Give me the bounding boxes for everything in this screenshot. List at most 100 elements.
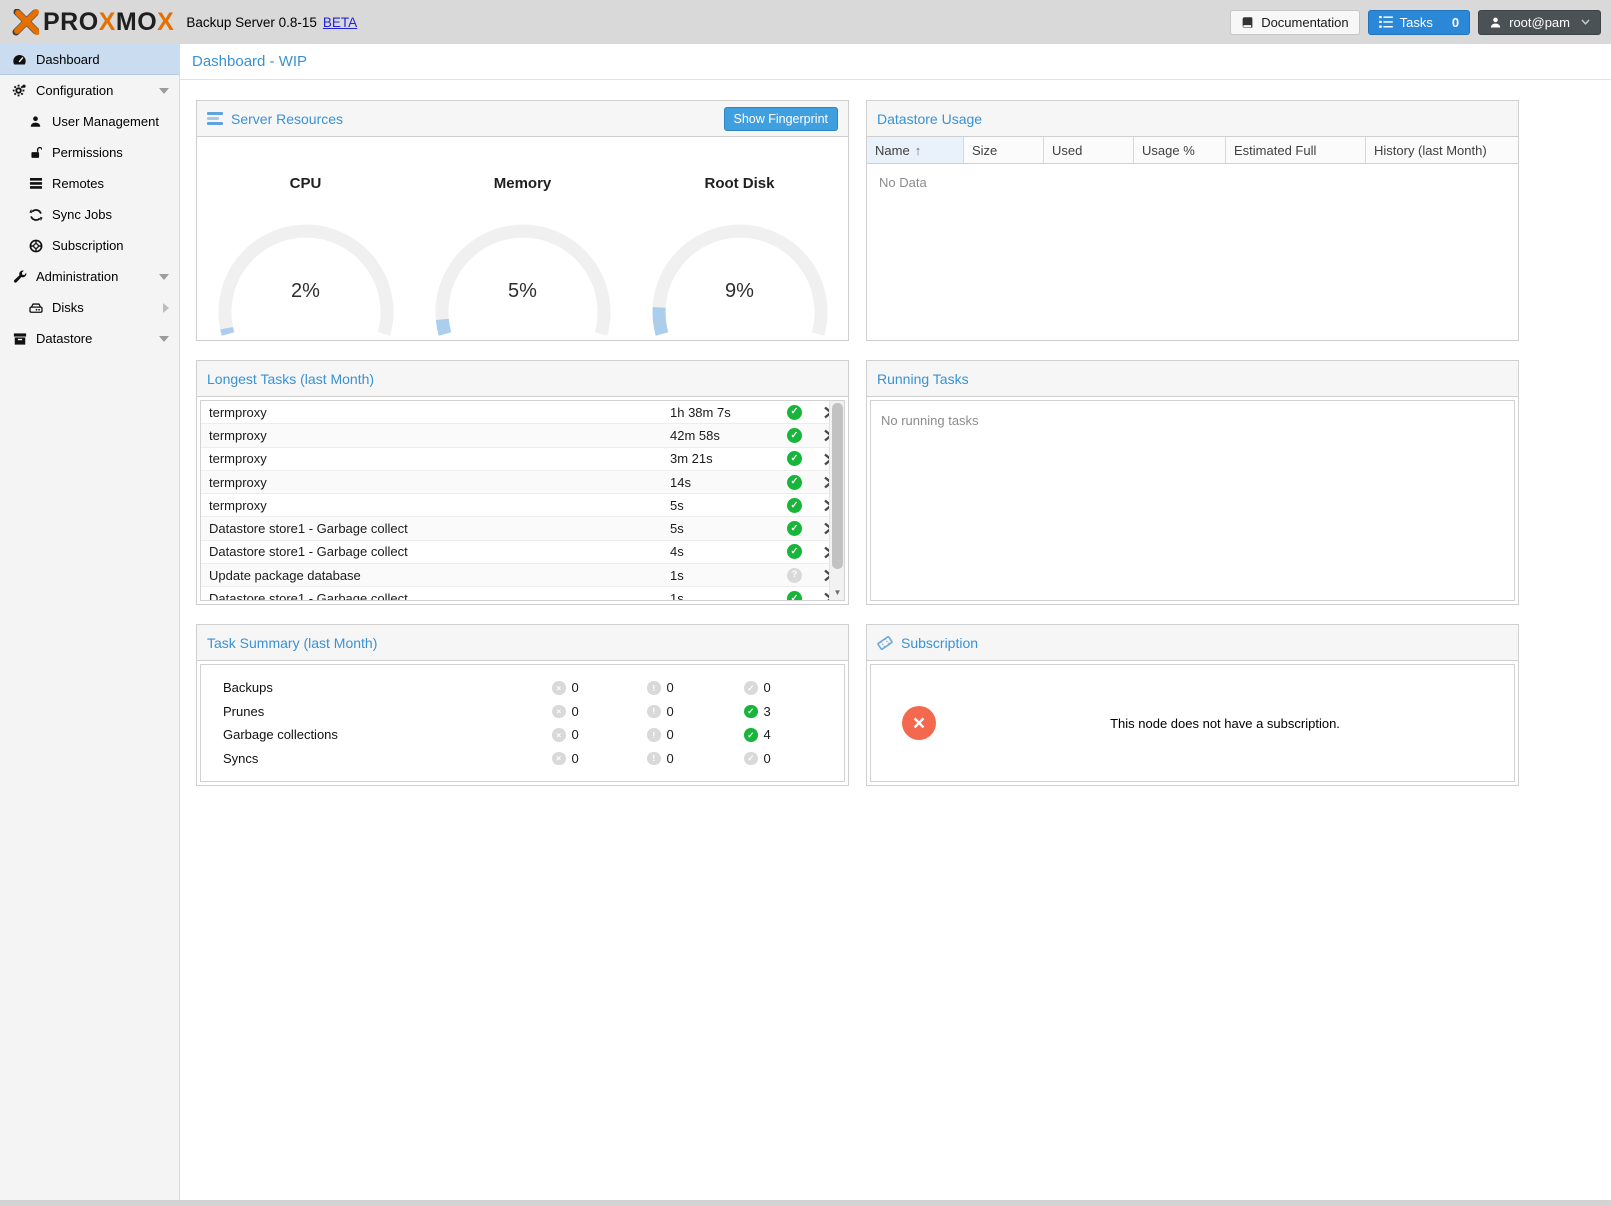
column-header-name[interactable]: Name ↑	[867, 137, 964, 163]
bottom-strip	[0, 1200, 1611, 1206]
datastore-usage-panel: Datastore Usage Name ↑ Size Used Usage %…	[866, 100, 1519, 341]
status-ok-icon: ✓	[787, 544, 802, 559]
scrollbar-down-arrow-icon[interactable]: ▼	[830, 586, 845, 599]
warning-count-icon: !	[647, 705, 661, 719]
warning-count-icon: !	[647, 752, 661, 766]
column-header-usage-pct[interactable]: Usage %	[1134, 137, 1226, 163]
hdd-icon	[28, 300, 43, 315]
task-row[interactable]: termproxy 1h 38m 7s ✓	[201, 401, 844, 424]
root-disk-gauge: Root Disk 9%	[631, 137, 848, 340]
summary-row-garbage-collections: Garbage collections ×0 !0 ✓4	[201, 723, 844, 747]
cpu-gauge: CPU 2%	[197, 137, 414, 340]
column-header-history[interactable]: History (last Month)	[1366, 137, 1518, 163]
server-resources-panel: Server Resources Show Fingerprint CPU	[196, 100, 849, 341]
beta-link[interactable]: BETA	[323, 15, 357, 30]
datastore-empty-text: No Data	[867, 164, 1518, 201]
running-tasks-empty-text: No running tasks	[871, 401, 1514, 440]
sidebar-item-sync-jobs[interactable]: Sync Jobs	[0, 199, 179, 230]
column-header-used[interactable]: Used	[1044, 137, 1134, 163]
sync-icon	[28, 207, 43, 222]
chevron-down-icon	[1581, 19, 1590, 25]
column-header-estimated-full[interactable]: Estimated Full	[1226, 137, 1366, 163]
life-ring-icon	[28, 238, 43, 253]
show-fingerprint-button[interactable]: Show Fingerprint	[724, 107, 839, 131]
longest-tasks-title: Longest Tasks (last Month)	[207, 371, 374, 387]
user-icon	[28, 114, 43, 129]
column-header-size[interactable]: Size	[964, 137, 1044, 163]
tasks-button[interactable]: Tasks 0	[1368, 10, 1470, 35]
status-ok-icon: ✓	[787, 521, 802, 536]
task-list-icon	[1379, 16, 1393, 28]
summary-row-backups: Backups ×0 !0 ✓0	[201, 676, 844, 700]
memory-gauge: Memory 5%	[414, 137, 631, 340]
sidebar-item-disks[interactable]: Disks	[0, 292, 179, 323]
summary-row-prunes: Prunes ×0 !0 ✓3	[201, 700, 844, 724]
ok-count-icon: ✓	[744, 705, 758, 719]
running-tasks-panel: Running Tasks No running tasks	[866, 360, 1519, 605]
sort-ascending-icon: ↑	[915, 143, 922, 158]
ticket-icon	[877, 636, 893, 650]
running-tasks-title: Running Tasks	[877, 371, 969, 387]
expand-caret-icon[interactable]	[163, 303, 169, 313]
gears-icon	[12, 83, 27, 98]
task-row[interactable]: Datastore store1 - Garbage collect 4s ✓	[201, 541, 844, 564]
expand-caret-icon[interactable]	[159, 274, 169, 280]
ok-count-icon: ✓	[744, 681, 758, 695]
wrench-icon	[12, 269, 27, 284]
user-menu-button[interactable]: root@pam	[1478, 10, 1601, 35]
ok-count-icon: ✓	[744, 728, 758, 742]
scrollbar[interactable]: ▼	[829, 401, 844, 600]
archive-icon	[12, 331, 27, 346]
task-summary-panel: Task Summary (last Month) Backups ×0 !0 …	[196, 624, 849, 786]
error-count-icon: ×	[552, 681, 566, 695]
expand-caret-icon[interactable]	[159, 336, 169, 342]
task-row[interactable]: termproxy 42m 58s ✓	[201, 424, 844, 447]
task-summary-rows: Backups ×0 !0 ✓0 Prunes ×0 !0 ✓3	[201, 665, 844, 770]
sidebar-item-user-management[interactable]: User Management	[0, 106, 179, 137]
expand-caret-icon[interactable]	[159, 88, 169, 94]
memory-gauge-value: 5%	[428, 280, 618, 303]
proxmox-logo: PROXMOX	[12, 8, 174, 37]
sidebar: Dashboard Configuration User Management …	[0, 44, 180, 1200]
status-ok-icon: ✓	[787, 591, 802, 601]
scrollbar-thumb[interactable]	[832, 403, 843, 569]
status-ok-icon: ✓	[787, 428, 802, 443]
book-icon	[1241, 16, 1254, 29]
sidebar-item-configuration[interactable]: Configuration	[0, 75, 179, 106]
sidebar-item-permissions[interactable]: Permissions	[0, 137, 179, 168]
sidebar-item-administration[interactable]: Administration	[0, 261, 179, 292]
subscription-title: Subscription	[901, 635, 978, 651]
task-row[interactable]: termproxy 5s ✓	[201, 494, 844, 517]
cpu-gauge-value: 2%	[211, 280, 401, 303]
no-subscription-icon: ×	[902, 706, 936, 740]
ok-count-icon: ✓	[744, 752, 758, 766]
subscription-message: This node does not have a subscription.	[936, 716, 1514, 731]
sidebar-item-remotes[interactable]: Remotes	[0, 168, 179, 199]
status-ok-icon: ✓	[787, 475, 802, 490]
proxmox-x-logo-icon	[12, 9, 39, 36]
task-row[interactable]: termproxy 3m 21s ✓	[201, 448, 844, 471]
product-subtitle: Backup Server 0.8-15	[186, 15, 317, 30]
top-bar: PROXMOX Backup Server 0.8-15 BETA Docume…	[0, 0, 1611, 44]
root-disk-gauge-value: 9%	[645, 280, 835, 303]
page-title: Dashboard - WIP	[192, 53, 307, 70]
page-title-bar: Dashboard - WIP	[180, 44, 1611, 80]
task-row[interactable]: Update package database 1s ?	[201, 564, 844, 587]
error-count-icon: ×	[552, 752, 566, 766]
server-resources-title: Server Resources	[231, 111, 343, 127]
tasks-count-badge: 0	[1452, 15, 1459, 30]
longest-tasks-list: termproxy 1h 38m 7s ✓ termproxy 42m 58s …	[201, 401, 844, 600]
error-count-icon: ×	[552, 728, 566, 742]
sidebar-item-dashboard[interactable]: Dashboard	[0, 44, 179, 75]
server-resources-icon	[207, 112, 223, 125]
sidebar-item-subscription[interactable]: Subscription	[0, 230, 179, 261]
task-row[interactable]: termproxy 14s ✓	[201, 471, 844, 494]
sidebar-item-datastore[interactable]: Datastore	[0, 323, 179, 354]
unlock-icon	[28, 145, 43, 160]
documentation-button[interactable]: Documentation	[1230, 10, 1359, 35]
task-row[interactable]: Datastore store1 - Garbage collect 5s ✓	[201, 517, 844, 540]
status-unknown-icon: ?	[787, 568, 802, 583]
task-row[interactable]: Datastore store1 - Garbage collect 1s ✓	[201, 587, 844, 601]
task-summary-title: Task Summary (last Month)	[207, 635, 377, 651]
server-stack-icon	[28, 176, 43, 191]
